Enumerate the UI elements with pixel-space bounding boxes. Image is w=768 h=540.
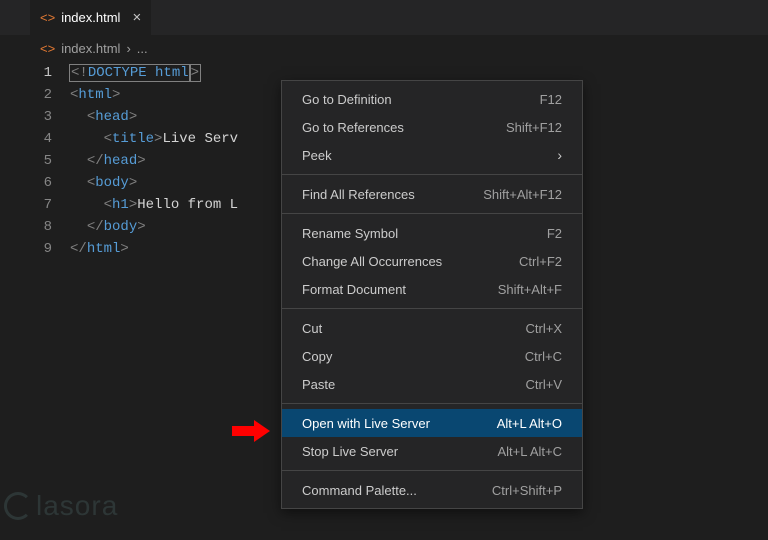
menu-open-live-server[interactable]: Open with Live ServerAlt+L Alt+O bbox=[282, 409, 582, 437]
logo-icon bbox=[4, 492, 32, 520]
close-icon[interactable]: × bbox=[132, 9, 141, 26]
line-number: 7 bbox=[30, 194, 70, 216]
breadcrumb[interactable]: <> index.html › ... bbox=[0, 36, 768, 60]
menu-goto-definition[interactable]: Go to DefinitionF12 bbox=[282, 85, 582, 113]
chevron-right-icon: › bbox=[557, 147, 562, 163]
chevron-right-icon: › bbox=[126, 41, 130, 56]
arrow-annotation bbox=[232, 420, 270, 442]
context-menu: Go to DefinitionF12 Go to ReferencesShif… bbox=[281, 80, 583, 509]
menu-command-palette[interactable]: Command Palette...Ctrl+Shift+P bbox=[282, 476, 582, 504]
menu-rename-symbol[interactable]: Rename SymbolF2 bbox=[282, 219, 582, 247]
tab-filename: index.html bbox=[61, 10, 120, 25]
menu-goto-references[interactable]: Go to ReferencesShift+F12 bbox=[282, 113, 582, 141]
html-file-icon: <> bbox=[40, 41, 55, 56]
breadcrumb-more: ... bbox=[137, 41, 148, 56]
menu-format-document[interactable]: Format DocumentShift+Alt+F bbox=[282, 275, 582, 303]
line-number: 5 bbox=[30, 150, 70, 172]
menu-separator bbox=[282, 403, 582, 404]
menu-find-all-refs[interactable]: Find All ReferencesShift+Alt+F12 bbox=[282, 180, 582, 208]
menu-separator bbox=[282, 470, 582, 471]
menu-cut[interactable]: CutCtrl+X bbox=[282, 314, 582, 342]
menu-peek[interactable]: Peek› bbox=[282, 141, 582, 169]
tab-bar: <> index.html × bbox=[0, 0, 768, 36]
menu-separator bbox=[282, 308, 582, 309]
watermark-text: lasora bbox=[36, 490, 118, 522]
menu-separator bbox=[282, 174, 582, 175]
menu-paste[interactable]: PasteCtrl+V bbox=[282, 370, 582, 398]
line-number: 2 bbox=[30, 84, 70, 106]
menu-change-all[interactable]: Change All OccurrencesCtrl+F2 bbox=[282, 247, 582, 275]
line-number: 9 bbox=[30, 238, 70, 260]
menu-stop-live-server[interactable]: Stop Live ServerAlt+L Alt+C bbox=[282, 437, 582, 465]
html-file-icon: <> bbox=[40, 10, 55, 25]
editor-tab-active[interactable]: <> index.html × bbox=[30, 0, 151, 36]
line-number: 3 bbox=[30, 106, 70, 128]
line-number: 6 bbox=[30, 172, 70, 194]
menu-separator bbox=[282, 213, 582, 214]
watermark: lasora bbox=[4, 490, 118, 522]
menu-copy[interactable]: CopyCtrl+C bbox=[282, 342, 582, 370]
breadcrumb-filename: index.html bbox=[61, 41, 120, 56]
line-number: 4 bbox=[30, 128, 70, 150]
line-number: 8 bbox=[30, 216, 70, 238]
line-number: 1 bbox=[30, 62, 70, 84]
